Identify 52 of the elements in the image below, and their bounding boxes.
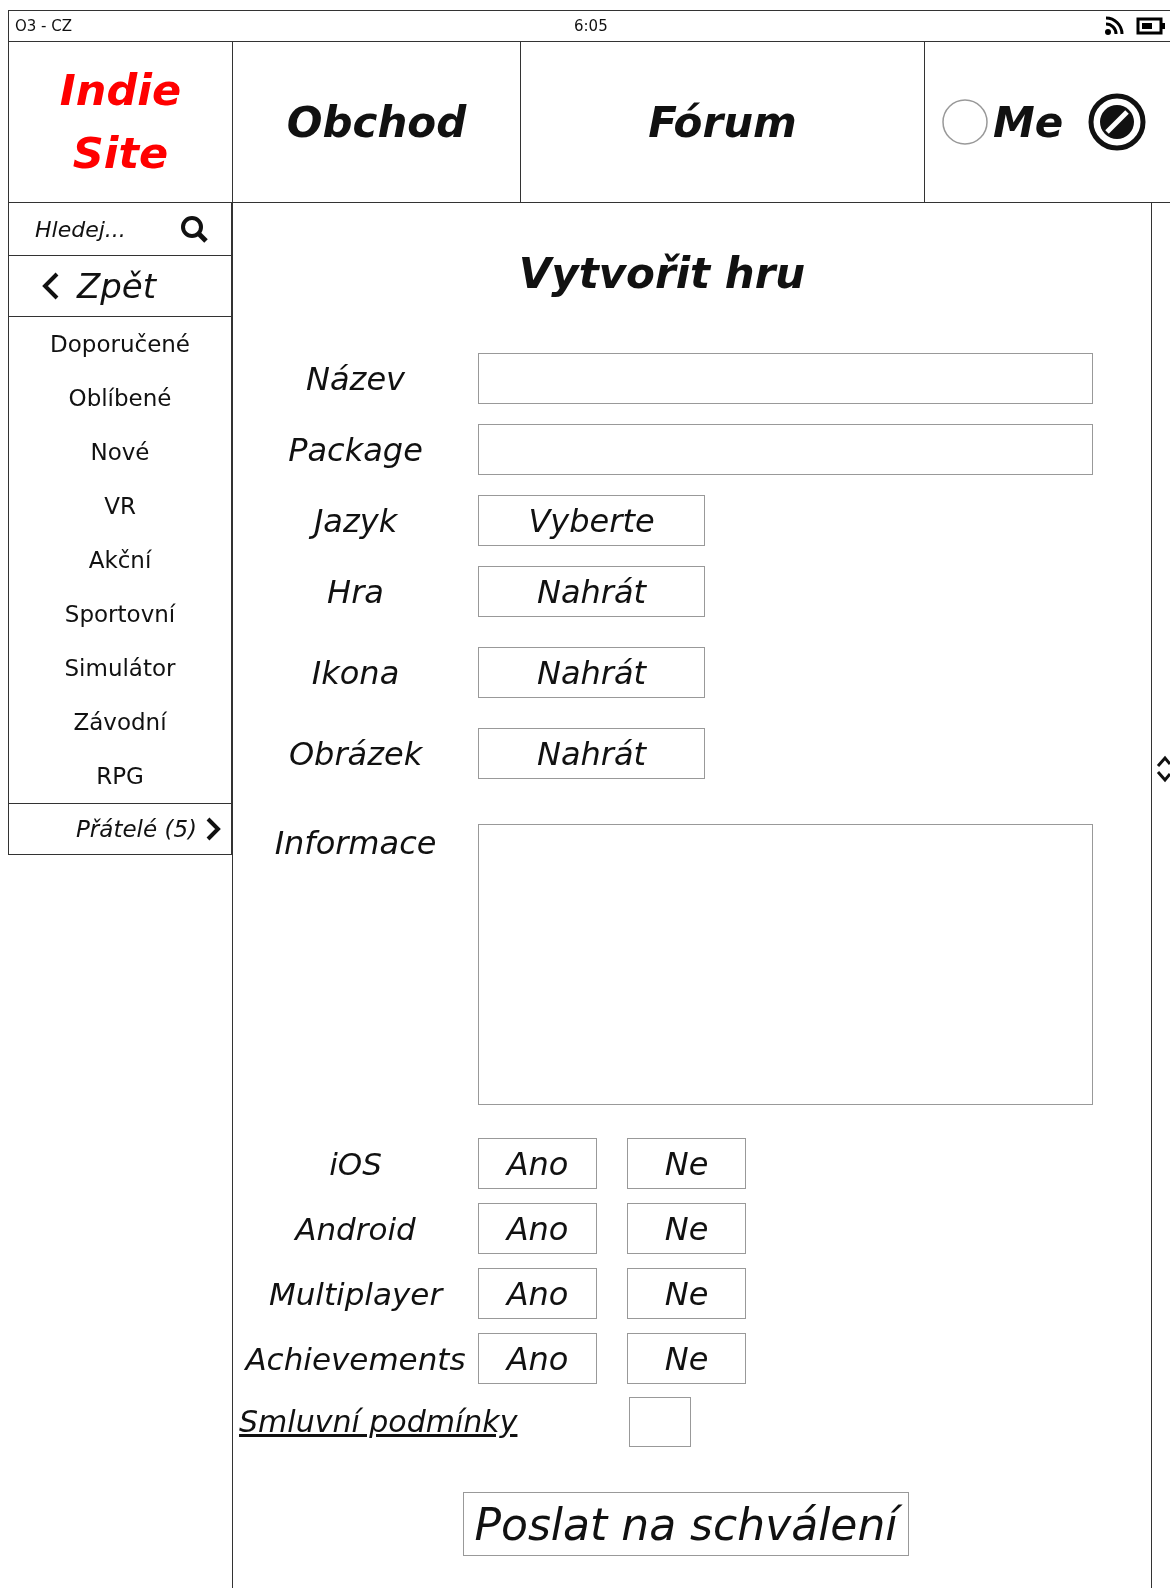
submit-button[interactable]: Poslat na schválení — [463, 1492, 909, 1556]
no-button[interactable]: Ne — [627, 1268, 747, 1319]
category-item[interactable]: Nové — [9, 425, 232, 479]
signal-icon — [1104, 16, 1126, 36]
blocked-icon[interactable] — [1087, 92, 1148, 152]
yes-button[interactable]: Ano — [478, 1138, 598, 1189]
field-label: Hra — [326, 572, 385, 611]
upload-button[interactable]: Nahrát — [478, 728, 706, 779]
category-item[interactable]: Oblíbené — [9, 371, 232, 425]
yes-button[interactable]: Ano — [478, 1203, 598, 1254]
avatar-icon[interactable] — [941, 98, 989, 146]
battery-icon — [1136, 16, 1166, 36]
field-label: Package — [287, 430, 424, 469]
category-item[interactable]: Doporučené — [9, 317, 232, 371]
search-icon[interactable] — [179, 214, 209, 244]
field-label: Ikona — [310, 653, 401, 692]
no-button[interactable]: Ne — [627, 1203, 747, 1254]
scroll-arrows-icon[interactable] — [1156, 755, 1170, 783]
page-title: Vytvořit hru — [517, 248, 807, 300]
friends-button[interactable]: Přátelé (5) — [9, 803, 232, 854]
terms-link[interactable]: Smluvní podmínky — [233, 1404, 630, 1439]
clock-text: 6:05 — [574, 17, 608, 35]
text-field[interactable] — [478, 424, 1094, 475]
yes-button[interactable]: Ano — [478, 1268, 598, 1319]
field-label: Obrázek — [287, 734, 424, 773]
site-logo[interactable]: Indie Site — [9, 42, 233, 202]
no-button[interactable]: Ne — [627, 1333, 747, 1384]
category-item[interactable]: RPG — [9, 749, 232, 803]
field-label: Informace — [273, 824, 438, 862]
nav-tab[interactable]: Fórum — [521, 42, 925, 202]
category-item[interactable]: Simulátor — [9, 641, 232, 695]
terms-checkbox[interactable] — [629, 1396, 692, 1447]
field-label: Multiplayer — [267, 1275, 445, 1312]
no-button[interactable]: Ne — [627, 1138, 747, 1189]
field-label: Jazyk — [233, 501, 479, 540]
field-label: iOS — [328, 1145, 383, 1182]
upload-button[interactable]: Nahrát — [478, 566, 706, 617]
category-item[interactable]: VR — [9, 479, 232, 533]
category-item[interactable]: Sportovní — [9, 587, 232, 641]
category-item[interactable]: Akční — [9, 533, 232, 587]
category-item[interactable]: Závodní — [9, 695, 232, 749]
yes-button[interactable]: Ano — [478, 1333, 598, 1384]
field-label: Název — [305, 359, 406, 398]
back-button[interactable]: Zpět — [9, 256, 232, 317]
field-label: Android — [293, 1210, 417, 1247]
nav-tab[interactable]: Obchod — [233, 42, 521, 202]
field-label: Achievements — [243, 1340, 467, 1377]
profile-link[interactable]: Me — [993, 97, 1064, 147]
text-field[interactable] — [478, 353, 1094, 404]
carrier-text: O3 - CZ — [14, 17, 73, 35]
upload-button[interactable]: Nahrát — [478, 647, 706, 698]
language-select[interactable]: Vyberte — [478, 495, 706, 546]
